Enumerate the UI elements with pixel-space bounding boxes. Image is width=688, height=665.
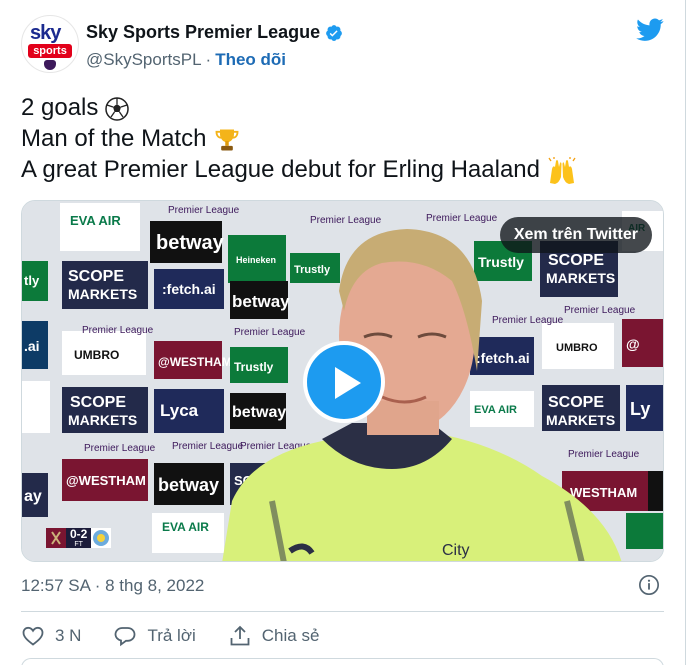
svg-text:betway: betway xyxy=(158,475,219,495)
svg-text:Premier League: Premier League xyxy=(234,327,306,338)
svg-text:SCOPE: SCOPE xyxy=(68,268,124,285)
tweet-line: A great Premier League debut for Erling … xyxy=(21,154,577,185)
svg-text:Premier League: Premier League xyxy=(84,443,156,454)
svg-text:Premier League: Premier League xyxy=(82,325,154,336)
like-count: 3 N xyxy=(55,626,82,645)
avatar-sky-text: sky xyxy=(30,22,61,44)
svg-text:ay: ay xyxy=(24,488,42,505)
svg-text:Premier League: Premier League xyxy=(568,449,640,460)
svg-text:UMBRO: UMBRO xyxy=(74,348,119,362)
premier-league-logo xyxy=(44,60,56,70)
author-name-row: Sky Sports Premier League xyxy=(86,22,343,43)
reply-label: Trả lời xyxy=(147,626,196,645)
verified-badge-icon xyxy=(326,24,342,41)
svg-text:tly: tly xyxy=(24,273,40,288)
next-card-edge xyxy=(21,658,664,665)
svg-text:Ly: Ly xyxy=(630,399,650,419)
scoreboard-overlay: 0-2 FT xyxy=(46,527,112,548)
svg-text:MARKETS: MARKETS xyxy=(68,286,137,302)
follow-link[interactable]: Theo dõi xyxy=(215,50,286,70)
svg-text:Premier League: Premier League xyxy=(172,441,244,452)
svg-text:@WESTHAM: @WESTHAM xyxy=(66,473,146,488)
svg-text:Premier League: Premier League xyxy=(426,213,498,224)
heart-icon xyxy=(22,626,44,646)
west-ham-crest-icon xyxy=(46,528,66,548)
svg-text:Premier League: Premier League xyxy=(310,215,382,226)
share-icon xyxy=(230,625,250,646)
score-status: FT xyxy=(74,541,83,548)
trophy-icon xyxy=(215,129,239,151)
svg-text:Heineken: Heineken xyxy=(236,255,276,265)
tweet-text: 2 goals Man of the Match A great Premier… xyxy=(21,92,577,185)
tweet-line-text: 2 goals xyxy=(21,94,99,121)
tweet-line-text: A great Premier League debut for Erling … xyxy=(21,156,540,183)
svg-text::fetch.ai: :fetch.ai xyxy=(162,281,216,297)
soccer-ball-icon xyxy=(105,96,129,121)
svg-text::fetch.ai: :fetch.ai xyxy=(476,350,530,366)
svg-text:MARKETS: MARKETS xyxy=(68,412,137,428)
svg-text:Trustly: Trustly xyxy=(478,254,524,270)
video-player[interactable]: EVA AIR betway SCOPE MARKETS :fetch.ai H… xyxy=(21,200,664,562)
score-value: 0-2 xyxy=(70,527,88,541)
avatar-sports-text: sports xyxy=(28,44,72,58)
svg-text:betway: betway xyxy=(232,404,286,421)
like-button[interactable]: 3 N xyxy=(21,624,81,648)
svg-text:Premier League: Premier League xyxy=(564,305,636,316)
tweet-timestamp[interactable]: 12:57 SA · 8 thg 8, 2022 xyxy=(21,576,204,596)
share-button[interactable]: Chia sẻ xyxy=(228,624,320,648)
svg-text:@WESTHAM: @WESTHAM xyxy=(158,355,232,369)
author-handle-row: @SkySportsPL · Theo dõi xyxy=(86,50,286,70)
info-icon[interactable] xyxy=(638,574,660,596)
play-button[interactable] xyxy=(303,341,385,423)
share-label: Chia sẻ xyxy=(261,626,320,645)
man-city-crest-icon xyxy=(91,528,112,548)
svg-text:betway: betway xyxy=(156,232,225,254)
reply-icon xyxy=(115,627,136,647)
svg-text:Premier League: Premier League xyxy=(492,315,564,326)
twitter-logo-icon[interactable] xyxy=(636,18,664,42)
raised-hands-icon xyxy=(548,156,576,184)
svg-text:UMBRO: UMBRO xyxy=(556,342,598,354)
author-display-name[interactable]: Sky Sports Premier League xyxy=(86,22,320,43)
svg-text:SCOPE: SCOPE xyxy=(548,252,604,269)
divider xyxy=(21,611,664,612)
svg-text:EVA AIR: EVA AIR xyxy=(162,520,209,534)
svg-text:EVA AIR: EVA AIR xyxy=(70,213,121,228)
svg-text:@: @ xyxy=(626,336,640,352)
svg-text:Trustly: Trustly xyxy=(234,360,274,374)
svg-text:Trustly: Trustly xyxy=(294,264,331,276)
svg-text:SCOPE: SCOPE xyxy=(548,394,604,411)
svg-text:betway: betway xyxy=(232,292,290,311)
svg-text:.ai: .ai xyxy=(24,338,40,354)
tweet-line: Man of the Match xyxy=(21,123,577,154)
tweet-actions: 3 N Trả lời Chia sẻ xyxy=(21,624,351,648)
tweet-line-text: Man of the Match xyxy=(21,125,207,152)
svg-text:SCOPE: SCOPE xyxy=(70,394,126,411)
handle-separator: · xyxy=(205,50,212,69)
reply-button[interactable]: Trả lời xyxy=(113,624,196,648)
author-handle[interactable]: @SkySportsPL xyxy=(86,50,202,70)
svg-text:WESTHAM: WESTHAM xyxy=(570,485,637,500)
svg-text:City: City xyxy=(442,542,470,559)
svg-text:MARKETS: MARKETS xyxy=(546,412,615,428)
watch-on-twitter-button[interactable]: Xem trên Twitter xyxy=(499,217,652,253)
svg-text:Lyca: Lyca xyxy=(160,401,199,420)
svg-text:EVA AIR: EVA AIR xyxy=(474,404,517,416)
svg-text:MARKETS: MARKETS xyxy=(546,270,615,286)
play-icon xyxy=(335,367,361,399)
svg-text:Premier League: Premier League xyxy=(168,205,240,216)
tweet-card: sky sports Sky Sports Premier League @Sk… xyxy=(0,0,686,665)
author-avatar[interactable]: sky sports xyxy=(21,15,79,73)
tweet-line: 2 goals xyxy=(21,92,577,123)
